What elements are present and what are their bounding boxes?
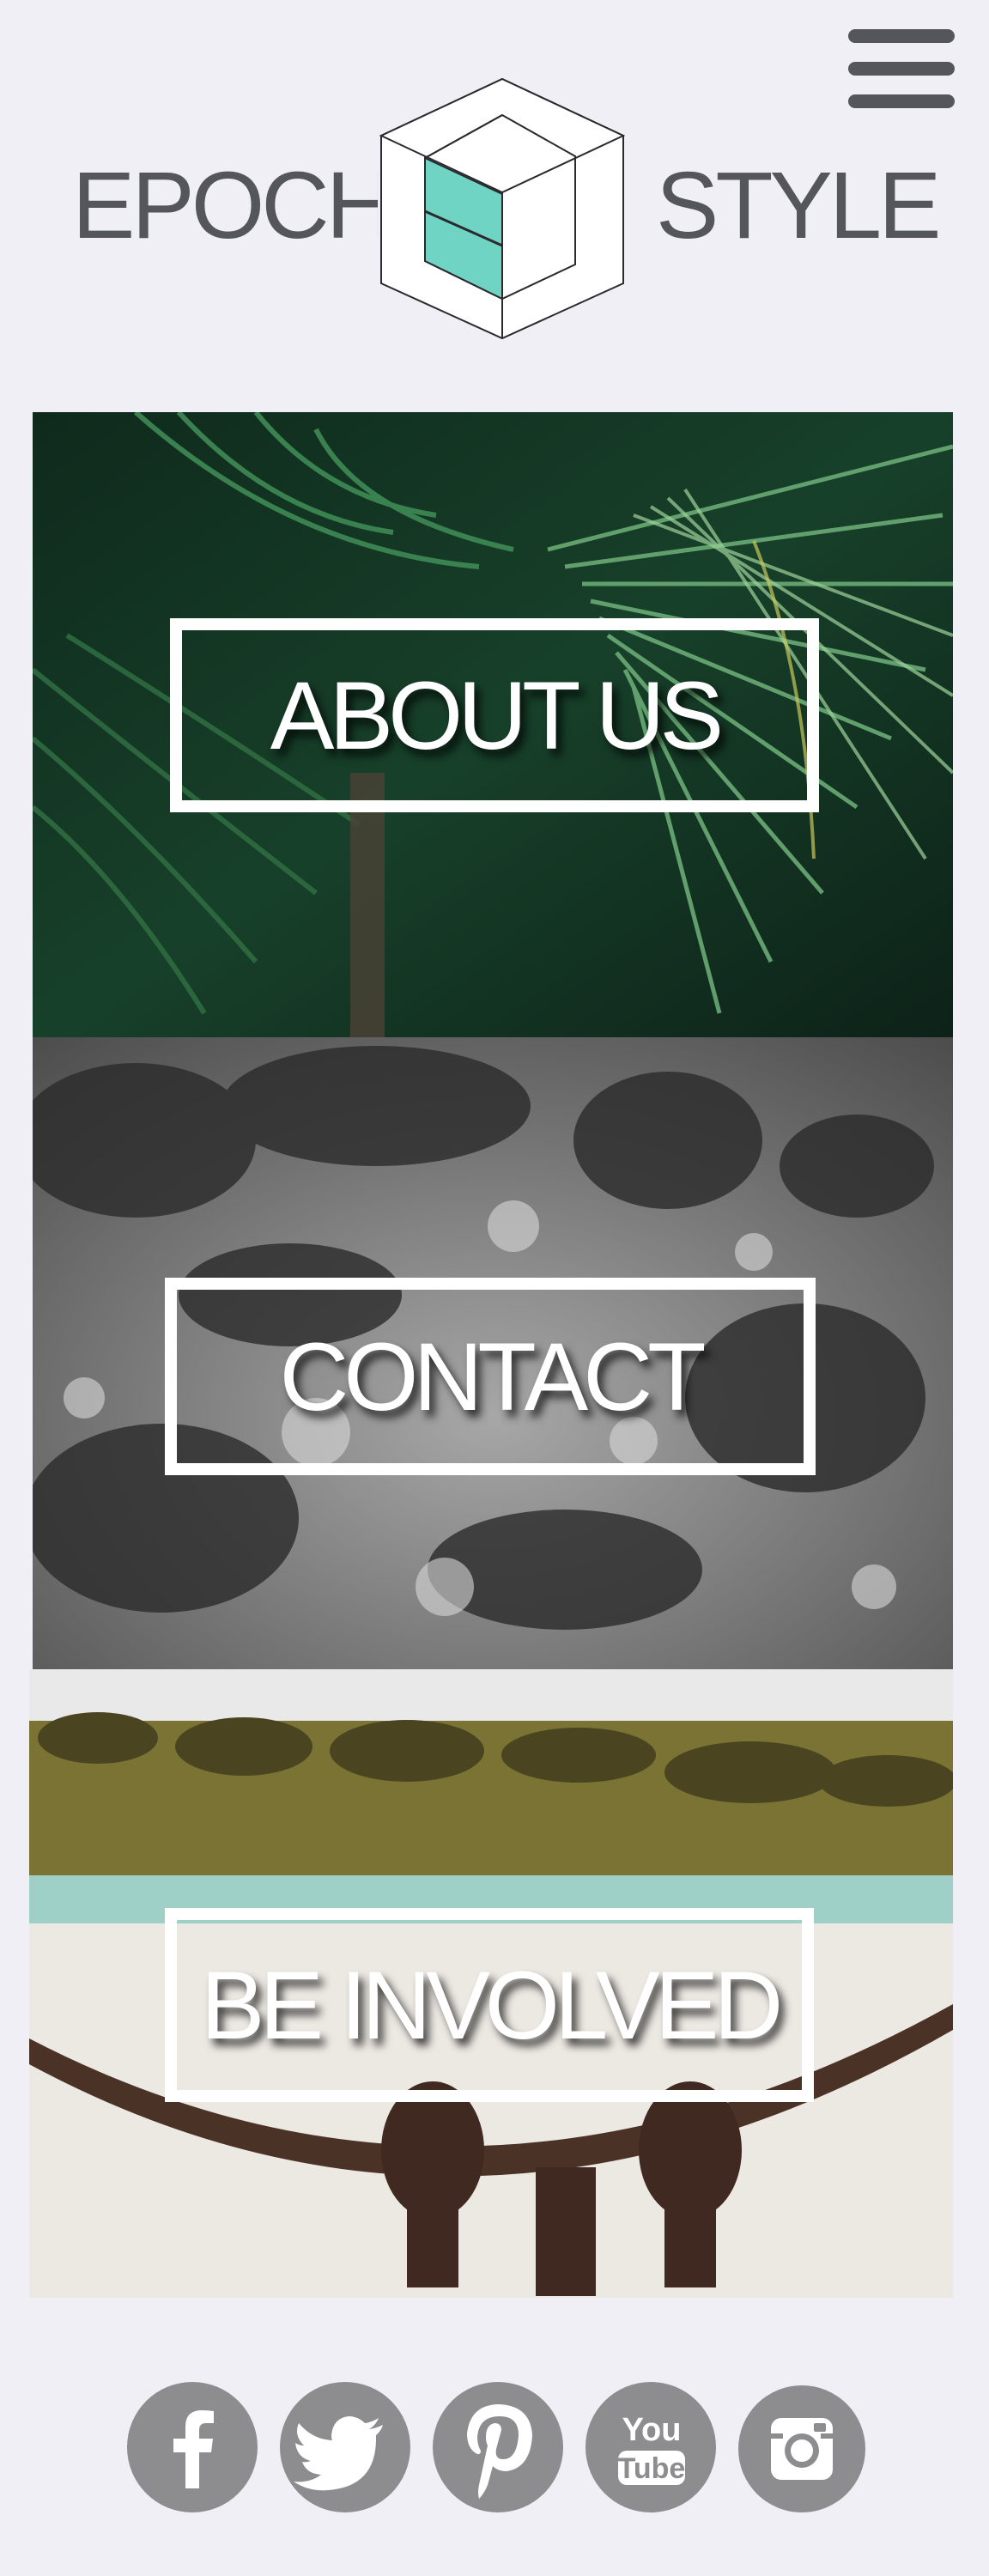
contact-frame: CONTACT (165, 1278, 816, 1475)
be-involved-frame: BE INVOLVED (165, 1908, 814, 2102)
brand-word-right: STYLE (656, 153, 941, 258)
twitter-link[interactable] (280, 2382, 410, 2512)
instagram-link[interactable] (738, 2385, 865, 2512)
svg-text:You: You (622, 2412, 682, 2448)
facebook-link[interactable] (127, 2382, 258, 2512)
twitter-icon (294, 2416, 383, 2491)
pinterest-icon (467, 2404, 532, 2499)
brand-word-left: EPOCH (72, 153, 394, 258)
youtube-link[interactable]: You Tube (586, 2382, 716, 2512)
about-us-panel[interactable]: ABOUT US (33, 412, 953, 1037)
contact-label: CONTACT (279, 1322, 707, 1431)
contact-panel[interactable]: CONTACT (33, 1037, 953, 1669)
be-involved-panel[interactable]: BE INVOLVED (29, 1669, 953, 2298)
hamburger-menu-icon (848, 29, 955, 43)
youtube-icon: You Tube (618, 2412, 686, 2485)
cube-logo-icon (378, 74, 627, 342)
about-us-frame: ABOUT US (170, 618, 819, 812)
pinterest-link[interactable] (433, 2382, 563, 2512)
be-involved-label: BE INVOLVED (200, 1951, 784, 2059)
menu-button[interactable] (848, 29, 955, 108)
facebook-icon (173, 2410, 214, 2488)
about-us-label: ABOUT US (270, 661, 724, 769)
svg-text:Tube: Tube (618, 2452, 686, 2485)
instagram-icon (771, 2418, 833, 2480)
